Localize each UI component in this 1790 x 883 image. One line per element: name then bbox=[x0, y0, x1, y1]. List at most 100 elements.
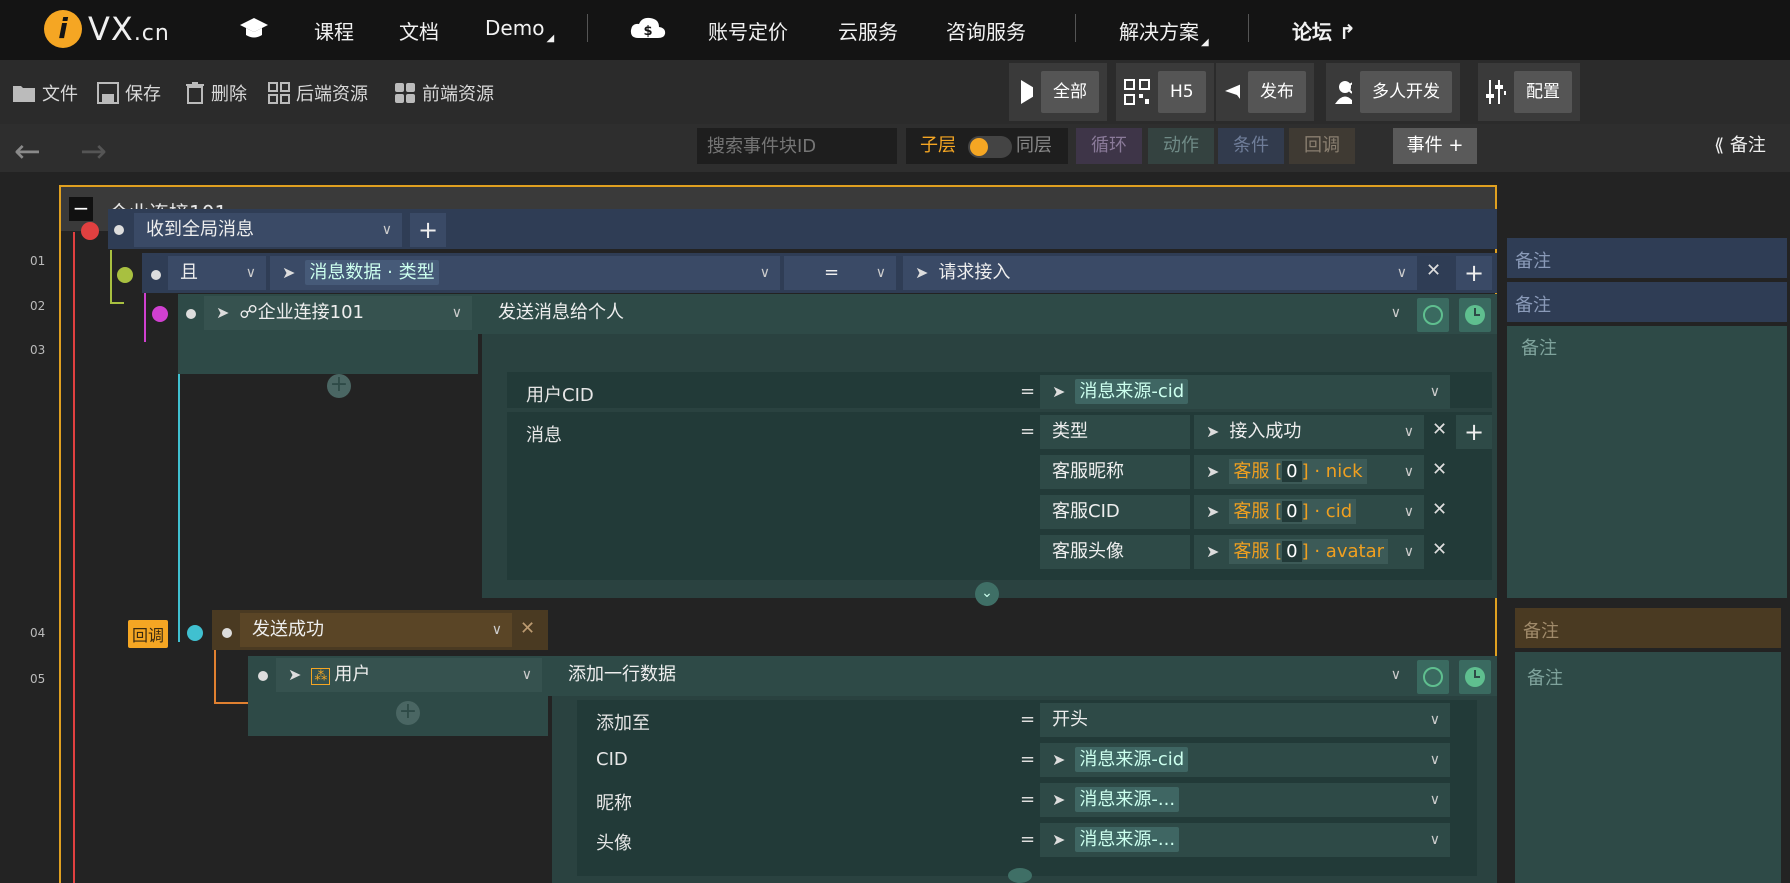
row-toggle[interactable] bbox=[152, 306, 168, 322]
delete-button[interactable]: 删除 bbox=[185, 80, 247, 106]
row-toggle[interactable] bbox=[117, 267, 133, 283]
backend-resources-button[interactable]: 后端资源 bbox=[268, 80, 368, 106]
chevron-down-icon: ∨ bbox=[1403, 504, 1414, 520]
nav-docs[interactable]: 文档 bbox=[399, 16, 439, 45]
nav-solutions[interactable]: 解决方案 ◢ bbox=[1119, 16, 1209, 48]
add-action-icon[interactable]: + bbox=[396, 701, 420, 725]
target-select[interactable]: ➤ ☍企业连接101 ∨ bbox=[204, 296, 472, 330]
search-event-input[interactable] bbox=[697, 128, 897, 164]
h5-label: H5 bbox=[1158, 71, 1206, 113]
config-button[interactable]: 配置 bbox=[1478, 63, 1580, 121]
refresh-icon[interactable] bbox=[1417, 660, 1449, 694]
clock-icon[interactable] bbox=[1459, 298, 1491, 332]
callback-select[interactable]: 发送成功 ∨ bbox=[240, 613, 512, 647]
action-label: 发送消息给个人 bbox=[498, 302, 624, 323]
note-box[interactable]: 备注 bbox=[1507, 326, 1787, 598]
publish-button[interactable]: 发布 bbox=[1216, 63, 1314, 121]
logo-icon[interactable]: i bbox=[44, 10, 82, 48]
add-event-button[interactable]: 事件 + bbox=[1393, 128, 1477, 164]
filter-loop[interactable]: 循环 bbox=[1076, 128, 1142, 164]
add-trigger-button[interactable]: + bbox=[410, 213, 446, 247]
h5-button[interactable]: H5 bbox=[1116, 63, 1214, 121]
filter-condition[interactable]: 条件 bbox=[1218, 128, 1284, 164]
users-icon bbox=[1335, 81, 1352, 104]
message-type-select[interactable]: ➤ 接入成功 ∨ bbox=[1194, 415, 1424, 449]
note-box[interactable]: 备注 bbox=[1507, 282, 1787, 322]
note-box[interactable]: 备注 bbox=[1515, 652, 1781, 883]
remove-sub-param-icon[interactable]: ✕ bbox=[1432, 459, 1447, 480]
undo-arrow-icon[interactable]: ← bbox=[14, 132, 41, 170]
graduation-cap-icon[interactable] bbox=[238, 14, 270, 42]
chevron-down-icon: ∨ bbox=[1403, 464, 1414, 480]
param-value-select[interactable]: 开头 ∨ bbox=[1040, 703, 1450, 737]
expand-down-icon[interactable] bbox=[1008, 868, 1032, 883]
toggle-track[interactable] bbox=[968, 136, 1012, 158]
remove-sub-param-icon[interactable]: ✕ bbox=[1432, 499, 1447, 520]
note-box[interactable]: 备注 bbox=[1507, 238, 1787, 278]
trigger-select[interactable]: 收到全局消息 ∨ bbox=[134, 213, 402, 247]
refresh-icon[interactable] bbox=[1417, 298, 1449, 332]
save-button[interactable]: 保存 bbox=[97, 80, 161, 106]
delete-label: 删除 bbox=[211, 84, 247, 105]
nav-consulting[interactable]: 咨询服务 bbox=[946, 16, 1026, 45]
target-select[interactable]: ➤ ⁂ 用户 ∨ bbox=[276, 658, 542, 692]
sub-param-select[interactable]: ➤ 客服 [0] · avatar ∨ bbox=[1194, 535, 1424, 569]
left-operand-select[interactable]: ➤ 消息数据 · 类型 ∨ bbox=[270, 256, 780, 290]
run-all-label: 全部 bbox=[1041, 71, 1099, 113]
action-select[interactable]: 发送消息给个人 ∨ bbox=[486, 296, 1411, 330]
nav-pricing[interactable]: 账号定价 bbox=[708, 16, 788, 45]
nav-divider bbox=[1248, 14, 1249, 42]
param-value-select[interactable]: ➤ 消息来源-cid ∨ bbox=[1040, 375, 1450, 409]
row-dot bbox=[114, 225, 124, 235]
remove-param-icon[interactable]: ✕ bbox=[1432, 419, 1447, 440]
cursor-pointer-icon: ➤ bbox=[1052, 790, 1066, 809]
sub-param-select[interactable]: ➤ 客服 [0] · nick ∨ bbox=[1194, 455, 1424, 489]
equals-sign: = bbox=[1020, 709, 1036, 730]
frontend-label: 前端资源 bbox=[422, 84, 494, 105]
remove-callback-icon[interactable]: ✕ bbox=[520, 618, 535, 639]
equals-sign: = bbox=[1020, 749, 1036, 770]
brand-name[interactable]: VX.cn bbox=[88, 10, 170, 48]
multi-dev-button[interactable]: 多人开发 bbox=[1326, 63, 1460, 121]
param-value-select[interactable]: ➤ 消息来源-cid ∨ bbox=[1040, 743, 1450, 777]
row-dot bbox=[186, 309, 196, 319]
operator-select[interactable]: = ∨ bbox=[784, 256, 896, 290]
add-action-icon[interactable]: + bbox=[327, 374, 351, 398]
row-toggle[interactable] bbox=[187, 625, 203, 641]
folder-icon bbox=[13, 86, 35, 102]
note-label: 备注 bbox=[1523, 621, 1559, 642]
layer-toggle[interactable]: 子层 同层 bbox=[906, 128, 1068, 164]
param-label: CID bbox=[596, 749, 628, 770]
collapse-button[interactable]: − bbox=[69, 197, 93, 221]
sub-param-prefix: 客服 bbox=[1233, 541, 1270, 562]
remove-sub-param-icon[interactable]: ✕ bbox=[1432, 539, 1447, 560]
filter-callback[interactable]: 回调 bbox=[1289, 128, 1355, 164]
filter-action[interactable]: 动作 bbox=[1148, 128, 1214, 164]
redo-arrow-icon[interactable]: → bbox=[80, 132, 107, 170]
nav-demo[interactable]: Demo ◢ bbox=[485, 16, 554, 44]
sub-param-select[interactable]: ➤ 客服 [0] · cid ∨ bbox=[1194, 495, 1424, 529]
note-box[interactable]: 备注 bbox=[1515, 608, 1781, 648]
param-value-select[interactable]: ➤ 消息来源-... ∨ bbox=[1040, 783, 1450, 817]
remove-condition-icon[interactable]: ✕ bbox=[1426, 260, 1441, 281]
nav-forum[interactable]: 论坛 ↱ bbox=[1292, 16, 1356, 45]
nav-cloud[interactable]: 云服务 bbox=[838, 16, 898, 45]
frontend-resources-button[interactable]: 前端资源 bbox=[394, 80, 494, 106]
run-all-button[interactable]: 全部 bbox=[1009, 63, 1107, 121]
add-condition-button[interactable]: + bbox=[1456, 256, 1492, 290]
nav-courses[interactable]: 课程 bbox=[314, 16, 354, 45]
sliders-icon bbox=[1486, 80, 1506, 104]
row-toggle[interactable] bbox=[81, 222, 99, 240]
chevron-down-icon: ∨ bbox=[1429, 712, 1440, 728]
cursor-pointer-icon: ➤ bbox=[1052, 750, 1066, 769]
add-param-button[interactable]: + bbox=[1456, 415, 1492, 449]
action-select[interactable]: 添加一行数据 ∨ bbox=[556, 658, 1411, 692]
note-toggle-button[interactable]: ⟪ 备注 bbox=[1700, 128, 1780, 164]
file-button[interactable]: 文件 bbox=[12, 80, 78, 106]
logic-select[interactable]: 且 ∨ bbox=[168, 256, 266, 290]
param-value-select[interactable]: ➤ 消息来源-... ∨ bbox=[1040, 823, 1450, 857]
expand-down-icon[interactable]: ⌄ bbox=[975, 582, 999, 606]
cloud-price-icon[interactable]: $ bbox=[628, 14, 668, 42]
clock-icon[interactable] bbox=[1459, 660, 1491, 694]
right-operand-select[interactable]: ➤ 请求接入 ∨ bbox=[903, 256, 1417, 290]
